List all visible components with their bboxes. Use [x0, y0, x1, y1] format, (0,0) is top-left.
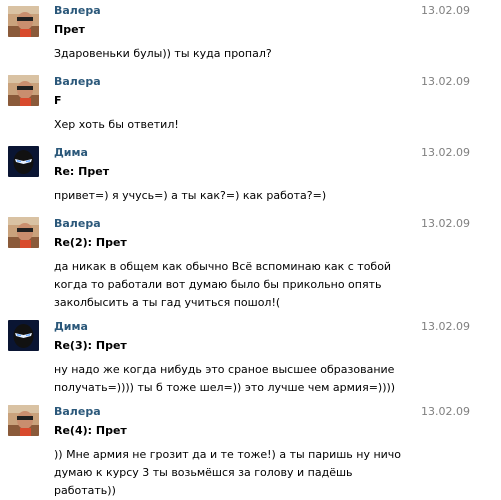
message-subject: Прет	[54, 23, 85, 36]
message-date: 13.02.09	[421, 146, 470, 159]
message-subject: F	[54, 94, 62, 107]
sunglasses-avatar-icon	[8, 405, 39, 436]
message-subject: Re(4): Прет	[54, 424, 127, 437]
ninja-mask-avatar-icon	[8, 320, 39, 351]
message-text: ну надо же когда нибудь это сраное высше…	[54, 363, 396, 394]
message-date: 13.02.09	[421, 320, 470, 333]
sunglasses-avatar-icon	[8, 217, 39, 248]
author-name[interactable]: Валера	[54, 217, 101, 230]
message-text: Хер хоть бы ответил!	[54, 118, 179, 131]
message-date: 13.02.09	[421, 75, 470, 88]
sunglasses-avatar-icon	[8, 6, 39, 37]
message-subject: Re(2): Прет	[54, 236, 127, 249]
avatar-photo[interactable]	[8, 405, 39, 436]
avatar-photo[interactable]	[8, 320, 39, 351]
message-subject: Re(3): Прет	[54, 339, 127, 352]
avatar-photo[interactable]	[8, 75, 39, 106]
message-text: привет=) я учусь=) а ты как?=) как работ…	[54, 189, 327, 202]
message-date: 13.02.09	[421, 217, 470, 230]
author-name[interactable]: Валера	[54, 75, 101, 88]
message-date: 13.02.09	[421, 405, 470, 418]
avatar-photo[interactable]	[8, 6, 39, 37]
author-name[interactable]: Валера	[54, 4, 101, 17]
author-name[interactable]: Валера	[54, 405, 101, 418]
author-name[interactable]: Дима	[54, 146, 88, 159]
message-subject: Re: Прет	[54, 165, 110, 178]
avatar-photo[interactable]	[8, 146, 39, 177]
message-date: 13.02.09	[421, 4, 470, 17]
sunglasses-avatar-icon	[8, 75, 39, 106]
avatar-photo[interactable]	[8, 217, 39, 248]
message-text: )) Мне армия не грозит да и те тоже!) а …	[54, 448, 402, 497]
author-name[interactable]: Дима	[54, 320, 88, 333]
ninja-mask-avatar-icon	[8, 146, 39, 177]
message-text: да никак в общем как обычно Всё вспомина…	[54, 260, 392, 309]
message-text: Здаровеньки булы)) ты куда пропал?	[54, 47, 272, 60]
